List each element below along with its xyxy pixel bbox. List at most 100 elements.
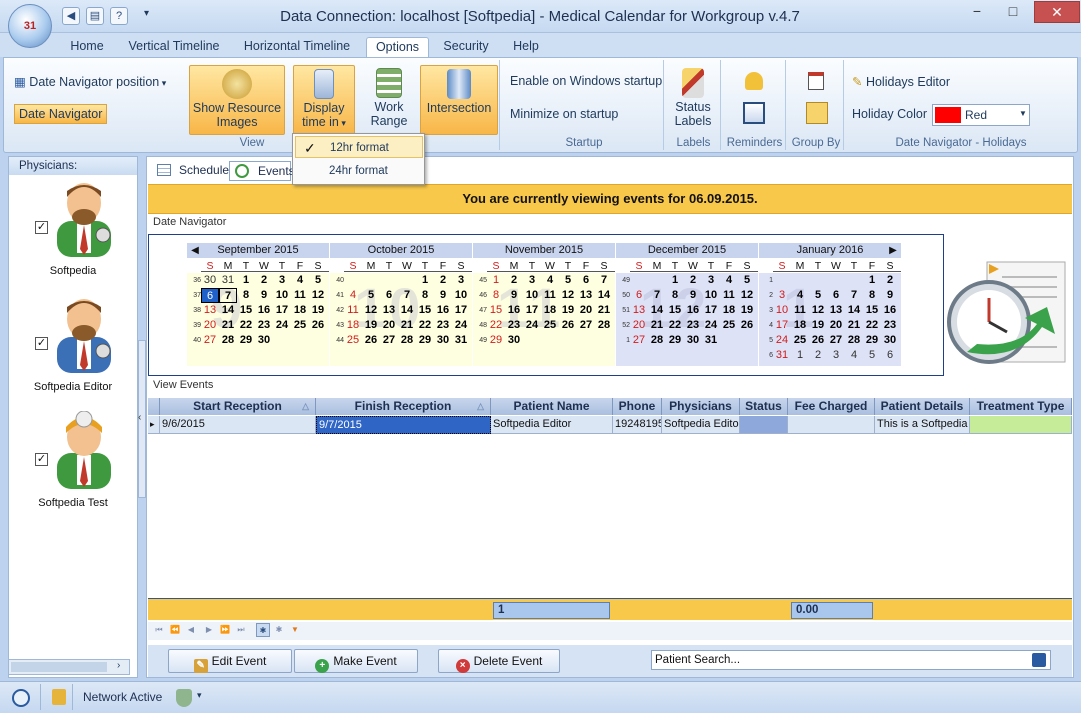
help-icon[interactable]: ? [110, 7, 128, 25]
calendar-day[interactable]: 1 [666, 273, 684, 288]
app-menu-orb-icon[interactable]: 31 [8, 4, 52, 48]
calendar-day[interactable]: 12 [809, 303, 827, 318]
calendar-day[interactable]: 22 [666, 318, 684, 333]
calendar-day[interactable]: 10 [773, 303, 791, 318]
calendar-day[interactable]: 25 [541, 318, 559, 333]
calendar-day[interactable]: 8 [416, 288, 434, 303]
calendar-day[interactable]: 19 [309, 303, 327, 318]
calendar-day[interactable]: 27 [577, 318, 595, 333]
print-icon[interactable]: ▤ [86, 7, 104, 25]
column-header-start-reception[interactable]: Start Reception △ [160, 398, 316, 415]
calendar-day[interactable]: 18 [344, 318, 362, 333]
calendar-day[interactable]: 6 [827, 288, 845, 303]
minimize-on-startup-button[interactable]: Minimize on startup [510, 107, 618, 121]
tab-vertical-timeline[interactable]: Vertical Timeline [122, 37, 226, 57]
calendar-day[interactable]: 11 [791, 303, 809, 318]
column-header-finish-reception[interactable]: Finish Reception △ [316, 398, 491, 415]
calendar-day[interactable]: 2 [881, 273, 899, 288]
calendar-day[interactable]: 24 [773, 333, 791, 348]
enable-windows-startup-button[interactable]: Enable on Windows startup [510, 74, 662, 88]
calendar-day[interactable]: 16 [881, 303, 899, 318]
calendar-day[interactable]: 7 [398, 288, 416, 303]
column-header-patient-name[interactable]: Patient Name [491, 398, 613, 415]
calendar-day[interactable]: 1 [416, 273, 434, 288]
calendar-day[interactable]: 2 [684, 273, 702, 288]
next-month-icon[interactable]: ▶ [887, 243, 899, 258]
calendar-day[interactable]: 12 [362, 303, 380, 318]
calendar-day[interactable]: 25 [291, 318, 309, 333]
physician-checkbox[interactable]: ✓ [35, 221, 48, 234]
calendar-day[interactable]: 4 [791, 288, 809, 303]
calendar-day[interactable]: 9 [255, 288, 273, 303]
calendar-day[interactable]: 5 [559, 273, 577, 288]
calendar-day[interactable]: 25 [344, 333, 362, 348]
calendar-day[interactable]: 30 [881, 333, 899, 348]
holiday-color-select[interactable]: Red ▼ [932, 104, 1030, 126]
calendar-day[interactable]: 5 [309, 273, 327, 288]
cell-patient-details[interactable]: This is a Softpedia [875, 416, 970, 434]
refresh-icon[interactable] [12, 689, 30, 707]
calendar-day[interactable]: 17 [273, 303, 291, 318]
collapse-arrow-icon[interactable]: ‹ [138, 412, 141, 423]
calendar-day[interactable]: 2 [434, 273, 452, 288]
cell-fee-charged[interactable] [788, 416, 875, 434]
calendar-day[interactable]: 1 [237, 273, 255, 288]
calendar-day[interactable]: 6 [630, 288, 648, 303]
calendar-day[interactable]: 26 [738, 318, 756, 333]
status-labels-button[interactable]: Status Labels [668, 65, 718, 135]
calendar-day[interactable]: 20 [630, 318, 648, 333]
calendar-day[interactable]: 20 [380, 318, 398, 333]
calendar-day[interactable]: 27 [380, 333, 398, 348]
calendar-day[interactable]: 18 [291, 303, 309, 318]
calendar-day[interactable]: 9 [505, 288, 523, 303]
calendar-day[interactable]: 23 [255, 318, 273, 333]
calendar-day[interactable]: 13 [201, 303, 219, 318]
calendar-day[interactable]: 31 [219, 273, 237, 288]
calendar-day[interactable]: 21 [398, 318, 416, 333]
calendar-day[interactable]: 29 [863, 333, 881, 348]
calendar-day[interactable]: 14 [845, 303, 863, 318]
cell-treatment-type[interactable] [970, 416, 1072, 434]
calendar-day[interactable]: 1 [487, 273, 505, 288]
calendar-day[interactable]: 3 [523, 273, 541, 288]
calendar-day[interactable]: 19 [362, 318, 380, 333]
calendar-day[interactable]: 3 [702, 273, 720, 288]
calendar-day[interactable]: 6 [881, 348, 899, 363]
cell-physicians[interactable]: Softpedia Edito [662, 416, 740, 434]
calendar-day[interactable]: 6 [380, 288, 398, 303]
calendar-day[interactable]: 26 [309, 318, 327, 333]
prev-record-icon[interactable]: ◀ [184, 623, 198, 637]
calendar-day[interactable]: 12 [559, 288, 577, 303]
calendar-day[interactable]: 1 [863, 273, 881, 288]
calendar-day[interactable]: 30 [255, 333, 273, 348]
physician-checkbox[interactable]: ✓ [35, 453, 48, 466]
calendar-day[interactable]: 24 [452, 318, 470, 333]
horizontal-scrollbar[interactable]: › [8, 659, 130, 675]
calendar-day[interactable]: 14 [595, 288, 613, 303]
view-tab-scheduler[interactable]: Scheduler [151, 161, 233, 181]
shield-icon[interactable] [176, 689, 192, 707]
date-navigator-button[interactable]: Date Navigator [14, 104, 108, 124]
calendar-day[interactable]: 26 [362, 333, 380, 348]
column-header-fee-charged[interactable]: Fee Charged [788, 398, 875, 415]
windows-icon[interactable] [743, 102, 765, 124]
calendar-day[interactable]: 16 [255, 303, 273, 318]
tab-security[interactable]: Security [436, 37, 496, 57]
calendar-day[interactable]: 9 [684, 288, 702, 303]
calendar-day[interactable]: 21 [845, 318, 863, 333]
calendar-day[interactable]: 5 [863, 348, 881, 363]
calendar-day[interactable]: 4 [291, 273, 309, 288]
calendar-day[interactable]: 24 [523, 318, 541, 333]
calendar-day[interactable]: 19 [809, 318, 827, 333]
lock-icon[interactable] [52, 689, 66, 705]
calendar-day[interactable]: 4 [541, 273, 559, 288]
calendar-day[interactable]: 7 [595, 273, 613, 288]
calendar-day[interactable]: 23 [434, 318, 452, 333]
calendar-day[interactable]: 28 [845, 333, 863, 348]
calendar-day[interactable]: 10 [523, 288, 541, 303]
make-event-button[interactable]: + Make Event [294, 649, 418, 673]
calendar-day[interactable]: 15 [487, 303, 505, 318]
calendar-day[interactable]: 7 [219, 288, 237, 303]
calendar-day[interactable]: 29 [487, 333, 505, 348]
calendar-day[interactable]: 24 [702, 318, 720, 333]
